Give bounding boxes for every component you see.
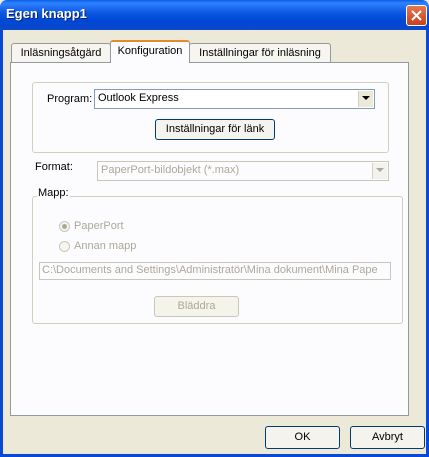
format-label: Format: (35, 161, 73, 173)
folder-group-label: Mapp: (37, 187, 70, 199)
radio-label: PaperPort (74, 220, 124, 232)
radio-button[interactable] (59, 241, 70, 252)
chevron-down-icon (362, 96, 370, 100)
radio-selected-dot (62, 224, 67, 229)
window-frame-left (0, 30, 3, 457)
program-group: Program: Outlook Express Inställningar f… (32, 82, 389, 153)
close-button[interactable] (406, 5, 427, 26)
tab-label: Inläsningsåtgärd (20, 47, 102, 59)
configuration-panel: Program: Outlook Express Inställningar f… (10, 62, 409, 416)
ok-button[interactable]: OK (265, 426, 340, 449)
tab-configuration[interactable]: Konfiguration (110, 40, 190, 63)
format-value: PaperPort-bildobjekt (*.max) (101, 164, 240, 176)
radio-button[interactable] (59, 221, 70, 232)
tab-label: Konfiguration (117, 45, 183, 57)
radio-label: Annan mapp (74, 240, 137, 252)
cancel-button[interactable]: Avbryt (350, 426, 425, 449)
program-dropdown[interactable]: Outlook Express (94, 89, 375, 109)
window-title: Egen knapp1 (6, 6, 87, 21)
tab-label: Inställningar för inläsning (199, 47, 321, 59)
format-dropdown[interactable]: PaperPort-bildobjekt (*.max) (97, 161, 389, 181)
browse-button[interactable]: Bläddra (154, 296, 239, 317)
tab-scan-action[interactable]: Inläsningsåtgärd (11, 43, 111, 63)
title-bar[interactable]: Egen knapp1 (0, 0, 429, 30)
link-settings-button[interactable]: Inställningar för länk (155, 119, 275, 140)
chevron-down-icon (376, 168, 384, 172)
dialog-window: Egen knapp1 Inläsningsåtgärd Konfigurati… (0, 0, 429, 457)
dropdown-arrow[interactable] (358, 91, 373, 107)
tab-scan-settings[interactable]: Inställningar för inläsning (189, 43, 331, 63)
dropdown-arrow[interactable] (372, 163, 387, 179)
close-icon (411, 10, 422, 21)
program-label: Program: (47, 93, 93, 105)
program-value: Outlook Express (98, 92, 179, 104)
folder-path-field[interactable]: C:\Documents and Settings\Administratör\… (39, 262, 391, 280)
